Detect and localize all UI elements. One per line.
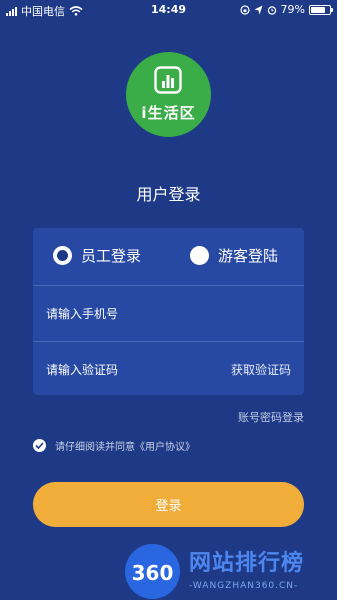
agreement-row: 请仔细阅读并同意《用户协议》 — [33, 438, 195, 453]
agreement-checkbox[interactable] — [33, 439, 46, 452]
rotation-lock-icon — [239, 4, 250, 15]
radio-selected-icon[interactable] — [53, 246, 72, 265]
get-code-button[interactable]: 获取验证码 — [231, 361, 291, 378]
login-button[interactable]: 登录 — [33, 482, 304, 527]
login-card: 员工登录 游客登陆 获取验证码 — [33, 228, 304, 397]
role-guest-label: 游客登陆 — [218, 247, 279, 265]
page-title: 用户登录 — [136, 185, 201, 204]
alarm-icon — [267, 5, 276, 15]
code-field-row: 获取验证码 — [33, 342, 304, 397]
radio-unselected-icon[interactable] — [190, 246, 209, 265]
code-input[interactable] — [46, 342, 226, 397]
status-bar: 中国电信 14:49 79% — [0, 0, 337, 20]
watermark-number: 360 — [131, 561, 174, 585]
chart-bars-icon — [154, 66, 182, 94]
role-selector: 员工登录 游客登陆 — [33, 228, 304, 285]
phone-field-row — [33, 286, 304, 341]
battery-icon — [309, 4, 333, 15]
role-option-guest[interactable]: 游客登陆 — [190, 245, 278, 266]
checkmark-icon — [35, 442, 44, 449]
password-login-link[interactable]: 账号密码登录 — [238, 409, 304, 425]
role-staff-label: 员工登录 — [81, 247, 142, 265]
watermark-url: -WANGZHAN360.CN- — [189, 581, 299, 591]
logo-text: i生活区 — [141, 104, 196, 122]
status-right: 79% — [239, 3, 333, 16]
watermark: 360 网站排行榜 -WANGZHAN360.CN- — [125, 541, 337, 600]
role-option-staff[interactable]: 员工登录 — [53, 245, 141, 266]
watermark-name: 网站排行榜 — [189, 551, 305, 576]
battery-percent: 79% — [280, 3, 305, 16]
agreement-text[interactable]: 请仔细阅读并同意《用户协议》 — [55, 438, 195, 453]
phone-input[interactable] — [46, 286, 226, 341]
battery-level-fill — [311, 6, 325, 13]
location-icon — [254, 5, 263, 14]
app-logo: i生活区 — [126, 52, 211, 137]
